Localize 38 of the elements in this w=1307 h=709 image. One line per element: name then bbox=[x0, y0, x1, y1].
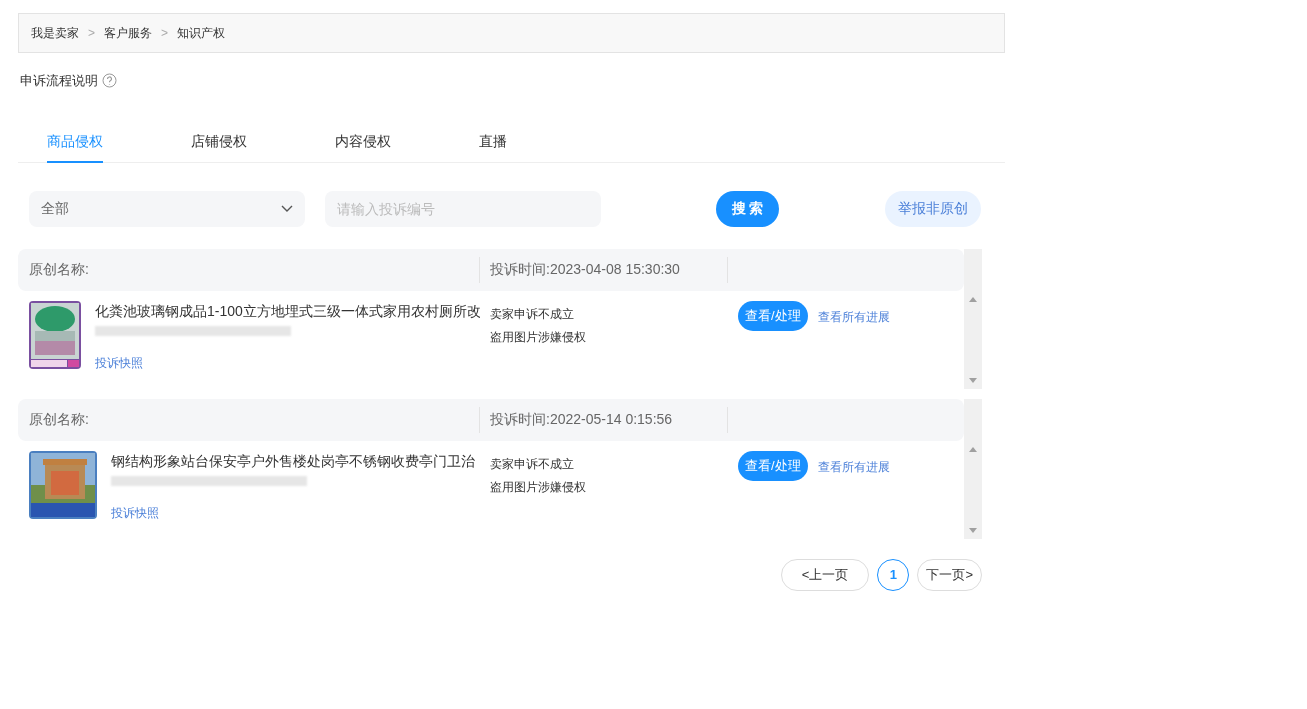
tab[interactable]: 商品侵权 bbox=[47, 121, 103, 163]
scrollbar[interactable] bbox=[964, 290, 982, 389]
scroll-down-icon[interactable] bbox=[969, 527, 977, 533]
product-title[interactable]: 化粪池玻璃钢成品1-100立方地埋式三级一体式家用农村厕所改 bbox=[95, 300, 480, 322]
complaint-time: 投诉时间:2022-05-14 0:15:56 bbox=[490, 410, 673, 429]
tab[interactable]: 店铺侵权 bbox=[191, 121, 247, 163]
breadcrumb-item[interactable]: 我是卖家 bbox=[31, 24, 79, 42]
tab[interactable]: 直播 bbox=[479, 121, 507, 163]
breadcrumb-item[interactable]: 客户服务 bbox=[104, 24, 152, 42]
original-name-label: 原创名称: bbox=[29, 260, 89, 279]
view-process-button[interactable]: 查看/处理 bbox=[738, 450, 808, 481]
search-button[interactable]: 搜 索 bbox=[716, 190, 779, 227]
complaint-reason: 盗用图片涉嫌侵权 bbox=[490, 328, 587, 346]
help-icon[interactable] bbox=[102, 73, 117, 89]
scrollbar[interactable] bbox=[964, 440, 982, 539]
snapshot-link[interactable]: 投诉快照 bbox=[111, 503, 475, 522]
progress-link[interactable]: 查看所有进展 bbox=[817, 457, 890, 476]
complaint-time: 投诉时间:2023-04-08 15:30:30 bbox=[490, 260, 680, 279]
scroll-down-icon[interactable] bbox=[969, 377, 977, 383]
complaint-number-field[interactable]: 请输入投诉编号 bbox=[325, 190, 601, 227]
progress-link[interactable]: 查看所有进展 bbox=[817, 307, 890, 326]
product-title[interactable]: 钢结构形象站台保安亭户外售楼处岗亭不锈钢收费亭门卫治 bbox=[111, 450, 475, 472]
breadcrumb-separator: > bbox=[161, 25, 169, 42]
complaint-status: 卖家申诉不成立 bbox=[490, 455, 575, 473]
snapshot-link[interactable]: 投诉快照 bbox=[95, 353, 480, 372]
complaint-reason: 盗用图片涉嫌侵权 bbox=[490, 478, 587, 496]
original-name-label: 原创名称: bbox=[29, 410, 89, 429]
report-button[interactable]: 举报非原创 bbox=[885, 190, 981, 227]
tab[interactable]: 内容侵权 bbox=[335, 121, 391, 163]
help-label: 申诉流程说明 bbox=[20, 72, 98, 90]
scroll-up-icon[interactable] bbox=[969, 296, 977, 302]
scroll-up-icon[interactable] bbox=[969, 446, 977, 452]
view-process-button[interactable]: 查看/处理 bbox=[738, 300, 808, 331]
breadcrumb-separator: > bbox=[88, 25, 95, 42]
breadcrumb-item[interactable]: 知识产权 bbox=[177, 24, 226, 42]
category-select[interactable]: 全部 bbox=[29, 190, 305, 227]
chevron-down-icon bbox=[281, 204, 293, 213]
complaint-status: 卖家申诉不成立 bbox=[490, 305, 575, 323]
